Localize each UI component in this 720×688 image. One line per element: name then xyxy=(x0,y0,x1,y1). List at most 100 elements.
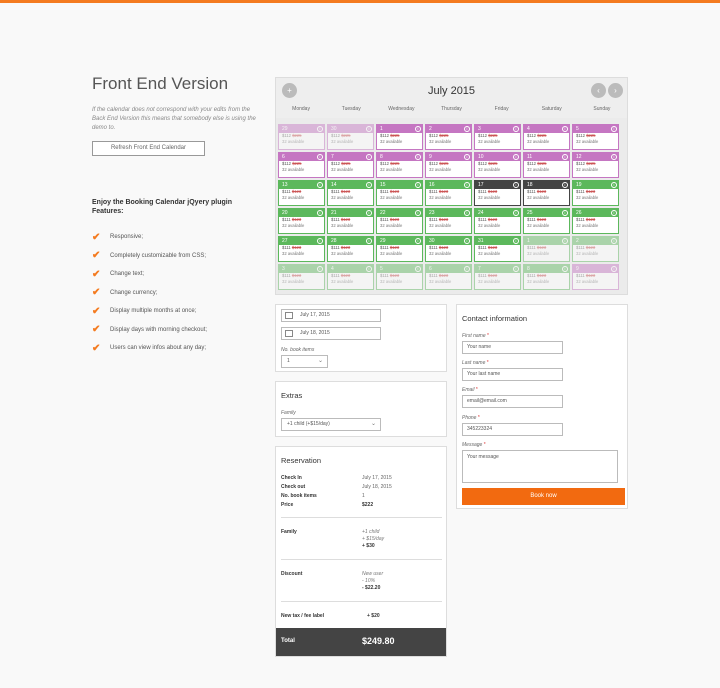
calendar-day-cell[interactable]: 12 i $112 $225 32 available xyxy=(572,152,619,178)
info-icon[interactable]: i xyxy=(562,238,568,244)
old-price: $123 xyxy=(340,189,351,194)
info-icon[interactable]: i xyxy=(366,266,372,272)
last-name-input[interactable]: Your last name xyxy=(462,368,563,381)
calendar-day-cell[interactable]: 5 i $112 $225 32 available xyxy=(572,124,619,150)
calendar-day-cell[interactable]: 29 i $112 $225 32 available xyxy=(278,124,325,150)
calendar-day-cell[interactable]: 29 i $111 $123 32 available xyxy=(376,236,423,262)
info-icon[interactable]: i xyxy=(562,154,568,160)
calendar-day-cell[interactable]: 19 i $111 $123 32 available xyxy=(572,180,619,206)
calendar-day-cell[interactable]: 27 i $111 $123 32 available xyxy=(278,236,325,262)
chevron-left-icon[interactable]: ‹ xyxy=(591,83,606,98)
info-icon[interactable]: i xyxy=(513,182,519,188)
check-in-field[interactable]: July 17, 2015 xyxy=(281,309,381,322)
message-textarea[interactable]: Your message xyxy=(462,450,618,483)
items-select[interactable]: 1 ⌄ xyxy=(281,355,328,368)
calendar-day-cell[interactable]: 13 i $111 $123 32 available xyxy=(278,180,325,206)
info-icon[interactable]: i xyxy=(562,266,568,272)
info-icon[interactable]: i xyxy=(366,182,372,188)
calendar-day-cell[interactable]: 7 i $111 $123 32 available xyxy=(474,264,521,290)
info-icon[interactable]: i xyxy=(317,154,323,160)
first-name-input[interactable]: Your name xyxy=(462,341,563,354)
calendar-day-cell[interactable]: 24 i $111 $123 32 available xyxy=(474,208,521,234)
calendar-day-cell[interactable]: 23 i $111 $123 32 available xyxy=(425,208,472,234)
calendar-day-cell[interactable]: 4 i $111 $123 32 available xyxy=(327,264,374,290)
check-out-field[interactable]: July 18, 2015 xyxy=(281,327,381,340)
info-icon[interactable]: i xyxy=(611,126,617,132)
info-icon[interactable]: i xyxy=(415,154,421,160)
info-icon[interactable]: i xyxy=(415,182,421,188)
info-icon[interactable]: i xyxy=(611,238,617,244)
calendar-day-cell[interactable]: 7 i $112 $225 32 available xyxy=(327,152,374,178)
email-input[interactable]: email@email.com xyxy=(462,395,563,408)
info-icon[interactable]: i xyxy=(513,210,519,216)
calendar-day-cell[interactable]: 11 i $112 $225 32 available xyxy=(523,152,570,178)
calendar-day-cell[interactable]: 14 i $111 $123 32 available xyxy=(327,180,374,206)
calendar-day-cell[interactable]: 8 i $111 $123 32 available xyxy=(523,264,570,290)
info-icon[interactable]: i xyxy=(415,238,421,244)
calendar-day-cell[interactable]: 3 i $112 $225 32 available xyxy=(474,124,521,150)
family-select[interactable]: +1 child (+$15/day) ⌄ xyxy=(281,418,381,431)
info-icon[interactable]: i xyxy=(366,126,372,132)
calendar-day-cell[interactable]: 15 i $111 $123 32 available xyxy=(376,180,423,206)
info-icon[interactable]: i xyxy=(366,238,372,244)
calendar-day-cell[interactable]: 9 i $112 $225 32 available xyxy=(425,152,472,178)
calendar-day-cell[interactable]: 25 i $111 $123 32 available xyxy=(523,208,570,234)
info-icon[interactable]: i xyxy=(464,126,470,132)
calendar-day-cell[interactable]: 22 i $111 $123 32 available xyxy=(376,208,423,234)
calendar-day-cell[interactable]: 18 i $111 $123 32 available xyxy=(523,180,570,206)
info-icon[interactable]: i xyxy=(611,182,617,188)
info-icon[interactable]: i xyxy=(562,182,568,188)
info-icon[interactable]: i xyxy=(317,210,323,216)
calendar-day-cell[interactable]: 28 i $111 $123 32 available xyxy=(327,236,374,262)
info-icon[interactable]: i xyxy=(464,210,470,216)
info-icon[interactable]: i xyxy=(513,266,519,272)
calendar-day-cell[interactable]: 2 i $112 $225 32 available xyxy=(425,124,472,150)
old-price: $123 xyxy=(536,217,547,222)
calendar-day-cell[interactable]: 10 i $112 $225 32 available xyxy=(474,152,521,178)
book-now-button[interactable]: Book now xyxy=(462,488,625,505)
info-icon[interactable]: i xyxy=(317,182,323,188)
info-icon[interactable]: i xyxy=(562,210,568,216)
calendar-day-cell[interactable]: 6 i $112 $225 32 available xyxy=(278,152,325,178)
info-icon[interactable]: i xyxy=(464,238,470,244)
calendar-day-cell[interactable]: 20 i $111 $123 32 available xyxy=(278,208,325,234)
calendar-day-cell[interactable]: 26 i $111 $123 32 available xyxy=(572,208,619,234)
calendar-day-cell[interactable]: 31 i $111 $123 32 available xyxy=(474,236,521,262)
info-icon[interactable]: i xyxy=(317,266,323,272)
phone-input[interactable]: 345223324 xyxy=(462,423,563,436)
info-icon[interactable]: i xyxy=(317,126,323,132)
info-icon[interactable]: i xyxy=(366,210,372,216)
calendar-day-cell[interactable]: 3 i $111 $123 32 available xyxy=(278,264,325,290)
info-icon[interactable]: i xyxy=(611,154,617,160)
calendar-day-cell[interactable]: 4 i $112 $225 32 available xyxy=(523,124,570,150)
info-icon[interactable]: i xyxy=(415,210,421,216)
info-icon[interactable]: i xyxy=(464,266,470,272)
calendar-day-cell[interactable]: 9 i $111 $123 32 available xyxy=(572,264,619,290)
calendar-day-cell[interactable]: 16 i $111 $123 32 available xyxy=(425,180,472,206)
chevron-right-icon[interactable]: › xyxy=(608,83,623,98)
calendar-day-cell[interactable]: 1 i $112 $225 32 available xyxy=(376,124,423,150)
calendar-day-cell[interactable]: 30 i $112 $225 32 available xyxy=(327,124,374,150)
info-icon[interactable]: i xyxy=(415,266,421,272)
info-icon[interactable]: i xyxy=(317,238,323,244)
calendar-day-cell[interactable]: 30 i $111 $123 32 available xyxy=(425,236,472,262)
info-icon[interactable]: i xyxy=(513,126,519,132)
info-icon[interactable]: i xyxy=(611,210,617,216)
old-price: $123 xyxy=(389,245,400,250)
info-icon[interactable]: i xyxy=(464,182,470,188)
info-icon[interactable]: i xyxy=(562,126,568,132)
info-icon[interactable]: i xyxy=(464,154,470,160)
info-icon[interactable]: i xyxy=(513,238,519,244)
refresh-calendar-button[interactable]: Refresh Front End Calendar xyxy=(92,141,205,156)
info-icon[interactable]: i xyxy=(611,266,617,272)
calendar-day-cell[interactable]: 6 i $111 $123 32 available xyxy=(425,264,472,290)
info-icon[interactable]: i xyxy=(513,154,519,160)
calendar-day-cell[interactable]: 1 i $111 $123 32 available xyxy=(523,236,570,262)
calendar-day-cell[interactable]: 21 i $111 $123 32 available xyxy=(327,208,374,234)
calendar-day-cell[interactable]: 5 i $111 $123 32 available xyxy=(376,264,423,290)
info-icon[interactable]: i xyxy=(366,154,372,160)
calendar-day-cell[interactable]: 8 i $112 $225 32 available xyxy=(376,152,423,178)
info-icon[interactable]: i xyxy=(415,126,421,132)
calendar-day-cell[interactable]: 17 i $111 $123 32 available xyxy=(474,180,521,206)
calendar-day-cell[interactable]: 2 i $111 $123 32 available xyxy=(572,236,619,262)
